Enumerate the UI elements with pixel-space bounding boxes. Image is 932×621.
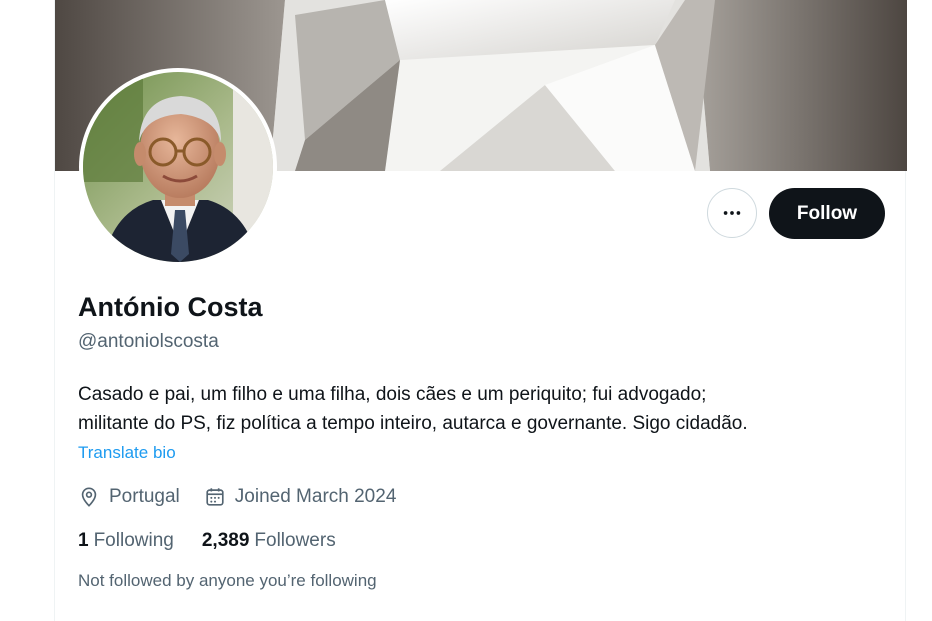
- location-item: Portugal: [78, 486, 180, 508]
- bio-line: militante do PS, fiz política a tempo in…: [78, 413, 748, 434]
- profile-display-name: António Costa: [78, 292, 263, 322]
- followed-by-text: Not followed by anyone you’re following: [78, 571, 377, 590]
- follow-button[interactable]: Follow: [769, 188, 885, 239]
- profile-card: Follow António Costa @antoniolscosta Cas…: [54, 0, 907, 621]
- more-horizontal-icon: [723, 211, 741, 215]
- more-options-button[interactable]: [707, 188, 757, 238]
- page: Follow António Costa @antoniolscosta Cas…: [0, 0, 932, 621]
- profile-handle: @antoniolscosta: [78, 331, 219, 352]
- location-text: Portugal: [109, 486, 180, 507]
- joined-text: Joined March 2024: [234, 486, 397, 507]
- joined-item: Joined March 2024: [204, 486, 397, 508]
- profile-meta: Portugal Joined March 2024: [78, 483, 420, 511]
- location-pin-icon: [81, 487, 97, 507]
- translate-bio-link[interactable]: Translate bio: [78, 443, 176, 463]
- followers-link[interactable]: 2,389 Followers: [202, 530, 336, 552]
- avatar[interactable]: [83, 72, 273, 262]
- bio-line: Casado e pai, um filho e uma filha, dois…: [78, 384, 707, 405]
- following-link[interactable]: 1 Following: [78, 530, 174, 552]
- followers-count: 2,389: [201, 530, 250, 551]
- following-count: 1: [78, 530, 89, 551]
- profile-stats: 1 Following 2,389 Followers: [78, 528, 364, 554]
- profile-bio: Casado e pai, um filho e uma filha, dois…: [78, 380, 878, 438]
- following-label: Following: [93, 530, 174, 551]
- followers-label: Followers: [254, 530, 336, 551]
- calendar-icon: [206, 488, 224, 506]
- avatar-photo: [83, 72, 273, 262]
- avatar-ring[interactable]: [79, 68, 277, 266]
